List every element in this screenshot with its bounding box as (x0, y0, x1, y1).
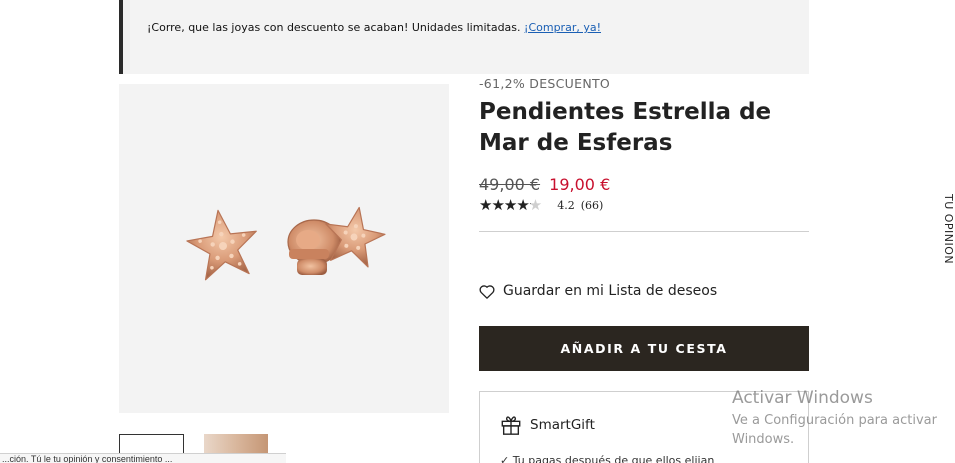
watermark-title: Activar Windows (732, 388, 873, 408)
promo-banner: ¡Corre, que las joyas con descuento se a… (119, 0, 809, 74)
smartgift-header: SmartGift (500, 414, 595, 436)
discount-label: -61,2% DESCUENTO (479, 76, 611, 91)
starfish-earrings-image (186, 206, 386, 281)
review-count[interactable]: (66) (581, 199, 604, 212)
feedback-tab[interactable]: TU OPINION (941, 194, 955, 274)
promo-banner-text: ¡Corre, que las joyas con descuento se a… (147, 21, 601, 34)
smartgift-feature: ✓ Tu pagas después de que ellos elijan (500, 454, 715, 463)
smartgift-title: SmartGift (530, 417, 595, 433)
promo-banner-message: ¡Corre, que las joyas con descuento se a… (147, 21, 521, 34)
product-title: Pendientes Estrella de Mar de Esferas (479, 99, 772, 156)
heart-icon (479, 284, 495, 299)
price-block: 49,00 € 19,00 € (479, 175, 610, 194)
watermark-subtitle: Ve a Configuración para activar Windows. (732, 413, 937, 447)
add-to-cart-button[interactable]: AÑADIR A TU CESTA (479, 326, 809, 371)
original-price: 49,00 € (479, 175, 541, 194)
sale-price: 19,00 € (549, 175, 611, 194)
activate-windows-watermark: Activar Windows Ve a Configuración para … (732, 388, 947, 449)
gift-icon (501, 416, 521, 435)
rating-value: 4.2 (557, 199, 575, 212)
add-to-wishlist-button[interactable]: Guardar en mi Lista de deseos (479, 283, 717, 299)
wishlist-label: Guardar en mi Lista de deseos (503, 283, 718, 299)
product-main-image[interactable] (119, 84, 449, 413)
section-divider (479, 231, 809, 232)
shop-now-link[interactable]: ¡Comprar, ya! (524, 21, 601, 34)
cookie-bar: ...ción. Tú le tu opinión y consentimien… (0, 453, 286, 463)
product-rating[interactable]: ★★★★★ ★★★★★ 4.2 (66) (479, 197, 603, 214)
rating-stars: ★★★★★ ★★★★★ (479, 196, 542, 214)
